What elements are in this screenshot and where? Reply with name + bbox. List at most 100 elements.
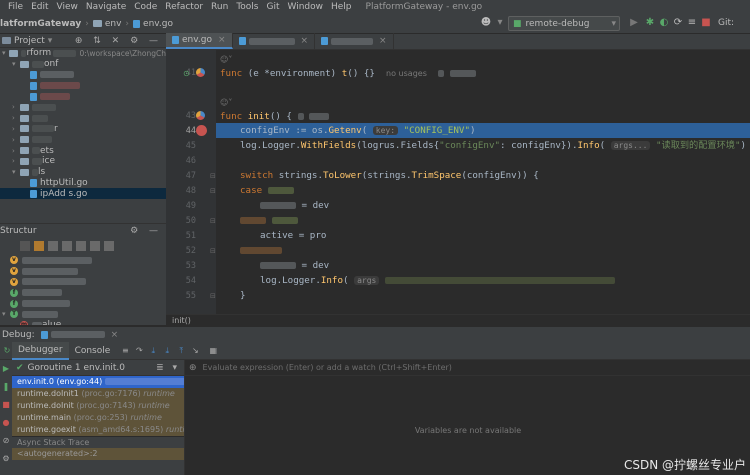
debug-icon[interactable]: ✱ [644, 17, 656, 29]
structure-panel-title[interactable]: Structur [0, 226, 37, 236]
menu-refactor[interactable]: Refactor [165, 2, 203, 12]
chevron-down-icon[interactable]: ▾ [494, 17, 506, 29]
close-icon[interactable]: × [218, 35, 226, 45]
frame-item[interactable]: env.init.0 (env.go:44) [12, 376, 191, 388]
project-panel-tools[interactable]: ⊕ ⇅ ✕ ⚙ — [75, 36, 166, 46]
tree-item[interactable]: ▾ rform 0:\workspace\ZhongCh [0, 48, 166, 59]
breadcrumb-file[interactable]: env.go [143, 19, 173, 29]
menu-git[interactable]: Git [266, 2, 279, 12]
tree-item[interactable]: › ets [0, 145, 166, 156]
autoscroll-icon[interactable] [90, 241, 100, 251]
tree-item[interactable] [0, 70, 166, 81]
step-out-icon[interactable]: ⤒ [176, 346, 186, 356]
menu-navigate[interactable]: Navigate [86, 2, 126, 12]
editor-gutter[interactable]: 41 ⊙ 43 44 45 46 47 48 49 50 51 52 53 54… [166, 50, 216, 314]
breadcrumb-project[interactable]: latformGateway [0, 19, 81, 29]
run-to-cursor-icon[interactable]: ↘ [190, 346, 200, 356]
resume-icon[interactable]: ▶ [1, 364, 11, 374]
fold-icon[interactable]: ⊟ [210, 217, 216, 225]
menu-window[interactable]: Window [288, 2, 324, 12]
structure-item[interactable]: v [0, 277, 166, 288]
run-icon[interactable]: ▶ [628, 17, 640, 29]
menu-code[interactable]: Code [134, 2, 157, 12]
structure-item[interactable]: f [0, 298, 166, 309]
frame-item[interactable]: runtime.doInit1 (proc.go:7176) runtime [12, 388, 184, 400]
stop-icon[interactable]: ■ [700, 17, 712, 29]
project-panel-title[interactable]: Project [14, 36, 45, 46]
breakpoint-icon[interactable] [196, 125, 207, 136]
structure-item[interactable]: malue [0, 320, 166, 325]
chevron-down-icon[interactable]: ▾ [48, 36, 53, 46]
stop-icon[interactable]: ■ [1, 400, 11, 410]
frame-item[interactable]: runtime.doInit (proc.go:7143) runtime [12, 400, 184, 412]
menu-run[interactable]: Run [211, 2, 228, 12]
tab-env-go[interactable]: env.go × [166, 33, 233, 49]
evaluate-icon[interactable]: ▦ [208, 346, 218, 356]
fold-icon[interactable]: ⊟ [210, 247, 216, 255]
step-over-icon[interactable]: ↷ [134, 346, 144, 356]
structure-panel-tools[interactable]: ⚙ — [130, 226, 166, 236]
pause-icon[interactable]: ❚ [1, 382, 11, 392]
menu-view[interactable]: View [57, 2, 78, 12]
menu-tools[interactable]: Tools [236, 2, 258, 12]
tree-item[interactable]: › [0, 134, 166, 145]
frame-tools[interactable]: ≣ ▾ [156, 363, 184, 373]
tree-item[interactable] [0, 91, 166, 102]
menu-file[interactable]: File [8, 2, 23, 12]
structure-item[interactable]: f [0, 287, 166, 298]
layout-icon[interactable]: ≡ [120, 346, 130, 356]
menu-edit[interactable]: Edit [31, 2, 48, 12]
close-icon[interactable]: × [111, 330, 119, 340]
expand-icon[interactable] [62, 241, 72, 251]
frame-item[interactable]: runtime.goexit (asm_amd64.s:1695) runtim… [12, 424, 197, 436]
tree-item[interactable]: ▾ onf [0, 59, 166, 70]
tab-console[interactable]: Console [69, 342, 117, 360]
mute-breakpoints-icon[interactable]: ⊘ [1, 436, 11, 446]
menu-help[interactable]: Help [331, 2, 352, 12]
user-icon[interactable]: ☻ [480, 17, 492, 29]
frame-item[interactable]: <autogenerated>:2 [12, 448, 184, 460]
step-into-force-icon[interactable]: ⤓ [162, 346, 172, 356]
collapse-icon[interactable] [76, 241, 86, 251]
code-editor[interactable]: ☺˅ func (e *environment) t() {} no usage… [216, 50, 750, 314]
navigate-icon[interactable] [104, 241, 114, 251]
coverage-icon[interactable]: ◐ [658, 17, 670, 29]
add-watch-icon[interactable]: ⊕ [189, 363, 197, 373]
tree-label: httpUtil.go [40, 177, 88, 188]
sort-icon[interactable] [20, 241, 30, 251]
tab-debugger[interactable]: Debugger [12, 341, 69, 360]
frame-item[interactable]: runtime.main (proc.go:253) runtime [12, 412, 184, 424]
settings-icon[interactable]: ⚙ [1, 454, 11, 464]
fold-icon[interactable]: ⊟ [210, 187, 216, 195]
close-icon[interactable]: × [379, 36, 387, 46]
rerun-icon[interactable]: ↻ [2, 346, 12, 356]
show-methods-icon[interactable] [48, 241, 58, 251]
attach-icon[interactable]: ≡ [686, 17, 698, 29]
goroutine-selector[interactable]: ✔ Goroutine 1 env.init.0 ≣ ▾ [12, 360, 184, 376]
step-into-icon[interactable]: ⤓ [148, 346, 158, 356]
fold-icon[interactable]: ⊟ [210, 292, 216, 300]
tree-item[interactable]: httpUtil.go [0, 178, 166, 189]
tree-item[interactable]: ▾ ls [0, 167, 166, 178]
structure-item[interactable]: v [0, 266, 166, 277]
evaluate-input[interactable]: Evaluate expression (Enter) or add a wat… [203, 363, 452, 372]
tree-item[interactable]: › [0, 102, 166, 113]
breadcrumb-dir[interactable]: env [105, 19, 122, 29]
tab-file-3[interactable]: × [315, 33, 394, 49]
tree-item[interactable] [0, 80, 166, 91]
tree-item[interactable]: › r [0, 124, 166, 135]
close-icon[interactable]: × [301, 36, 309, 46]
tree-item[interactable]: › [0, 113, 166, 124]
tab-file-2[interactable]: × [233, 33, 316, 49]
tree-item[interactable]: › ice [0, 156, 166, 167]
structure-item[interactable]: v [0, 255, 166, 266]
view-breakpoints-icon[interactable]: ● [1, 418, 11, 428]
profile-icon[interactable]: ⟳ [672, 17, 684, 29]
git-label[interactable]: Git: [718, 18, 734, 28]
show-fields-icon[interactable] [34, 241, 44, 251]
fold-icon[interactable]: ⊟ [210, 172, 216, 180]
tree-item-selected[interactable]: ipAdd s.go [0, 188, 166, 200]
structure-item[interactable]: ▾ T [0, 309, 166, 320]
code-breadcrumb[interactable]: init() [166, 314, 750, 326]
run-config-select[interactable]: ■ remote-debug ▾ [508, 16, 620, 31]
